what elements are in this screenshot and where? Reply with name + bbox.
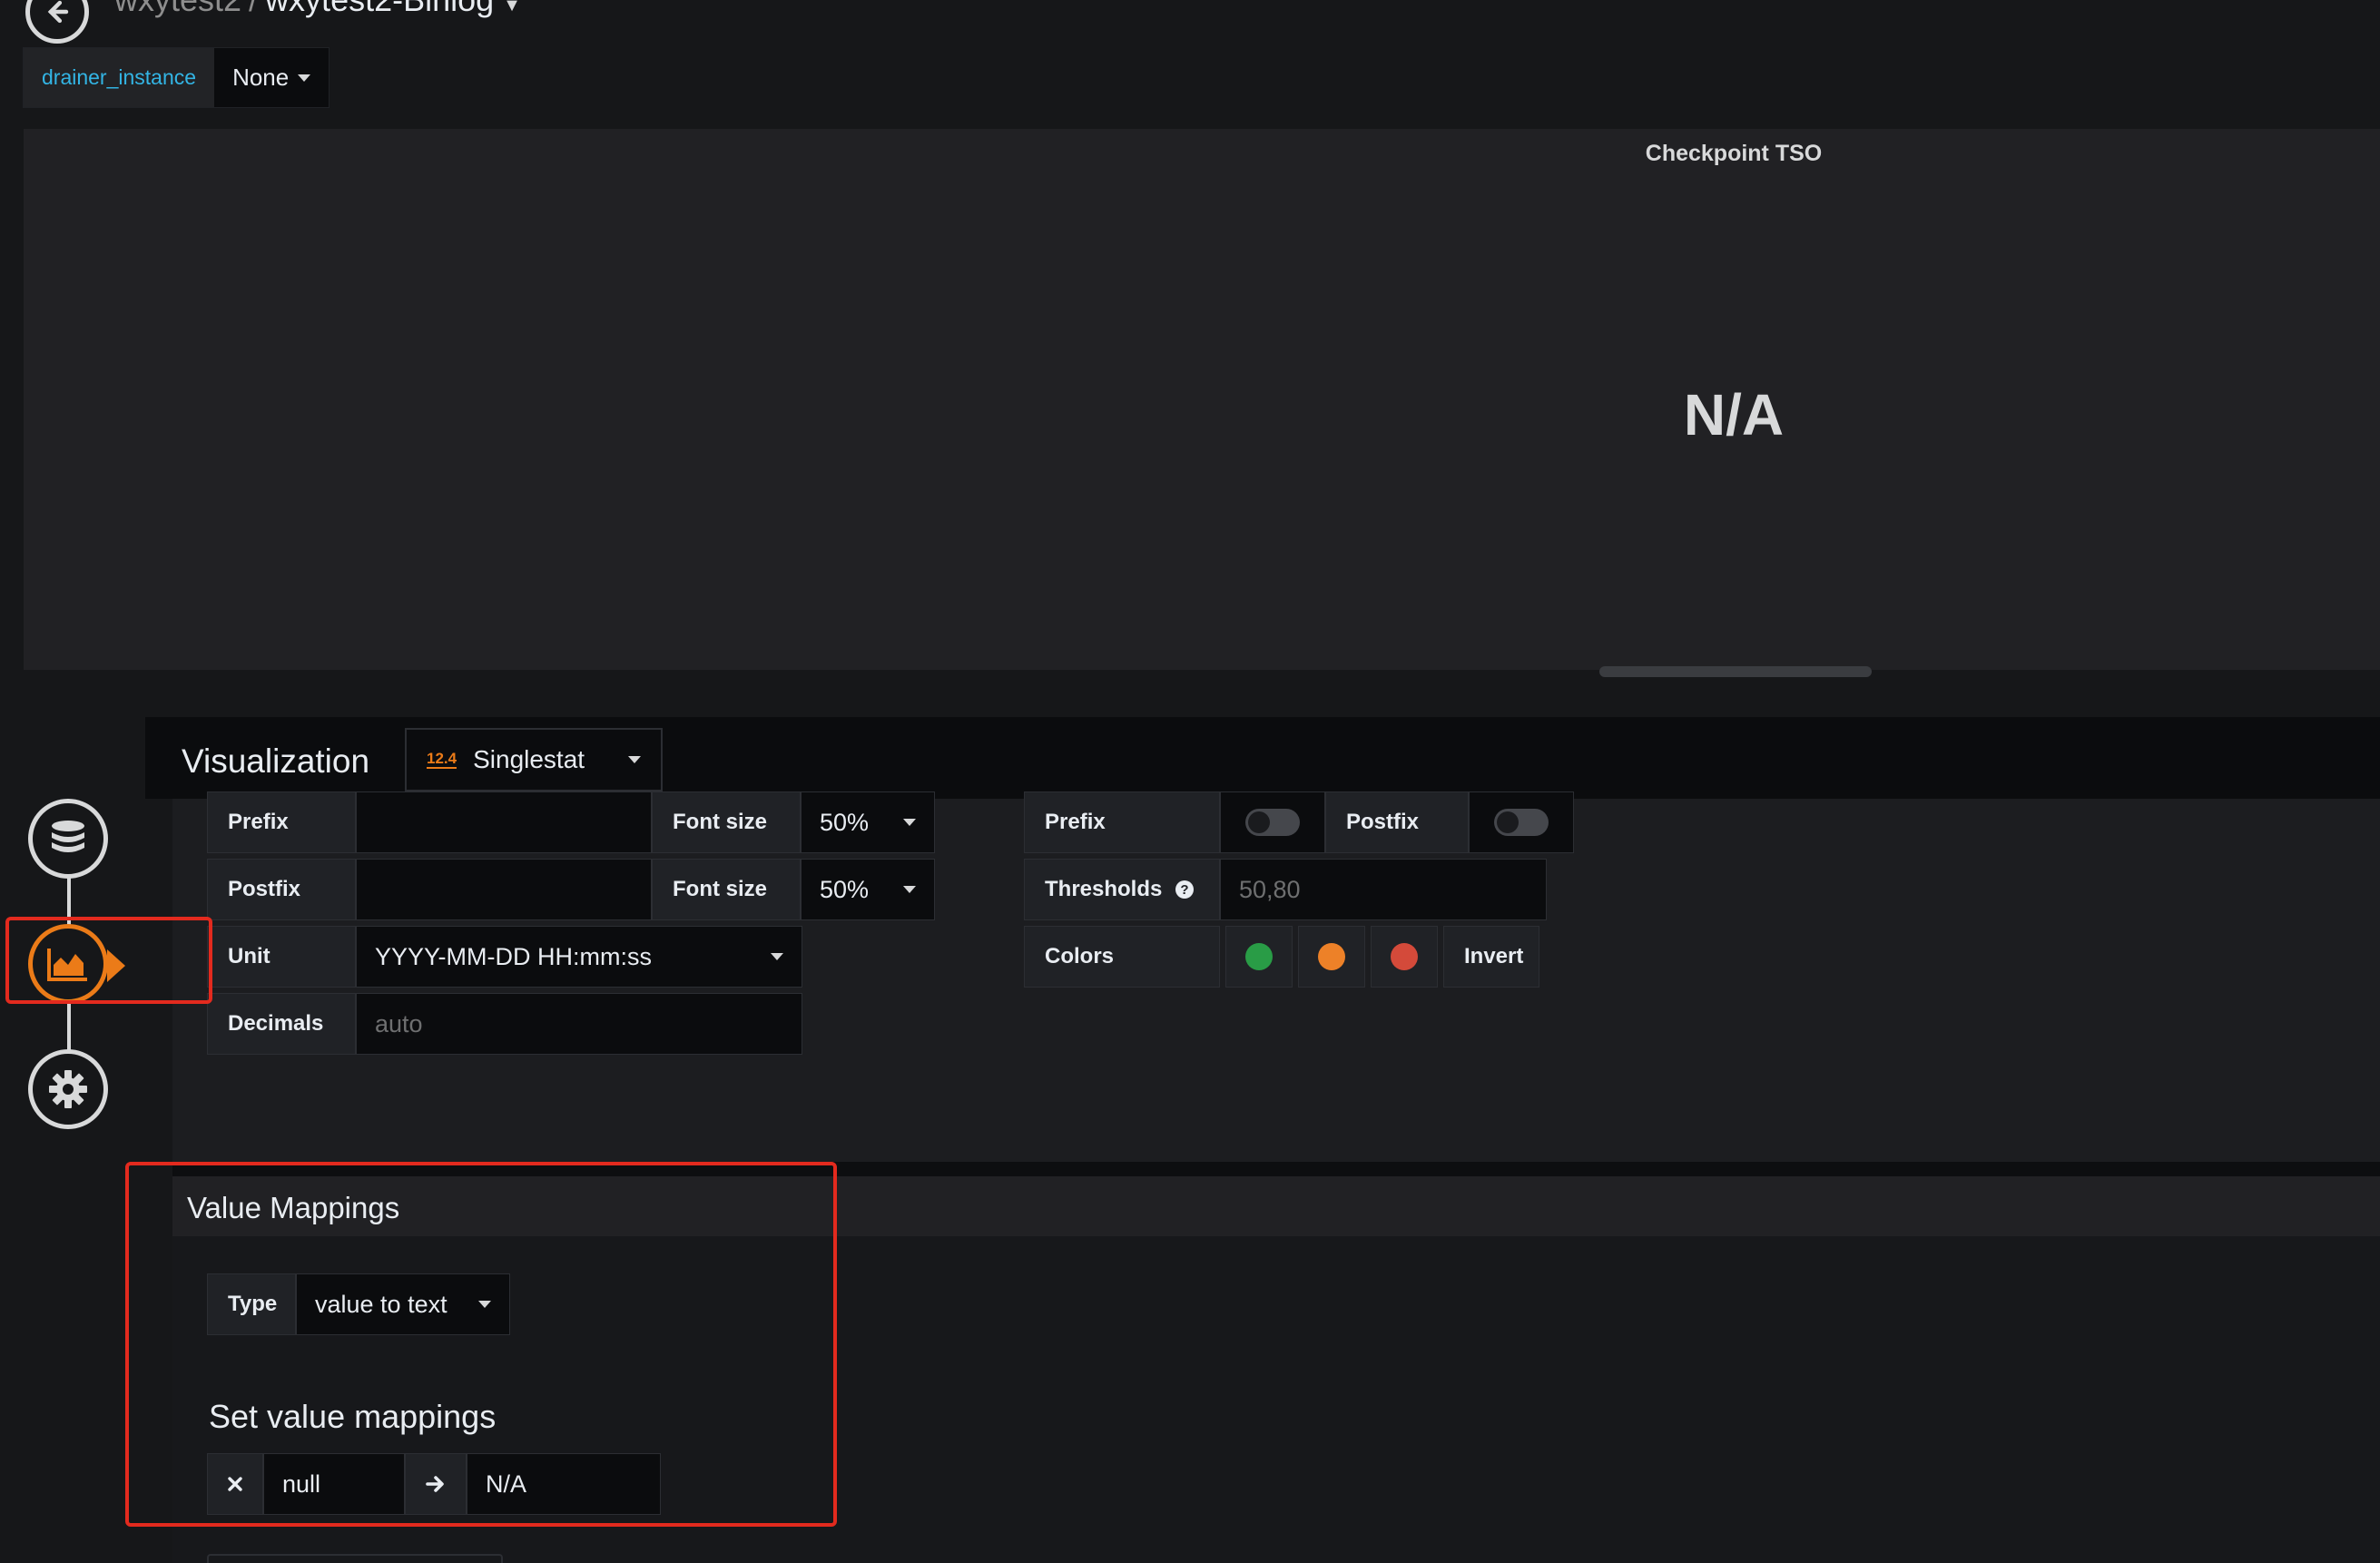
svg-text:?: ?: [1181, 882, 1189, 898]
visualization-title: Visualization: [182, 742, 370, 780]
dashboard-title[interactable]: wxytest2-Binlog: [265, 0, 494, 18]
singlestat-icon: 12.4: [427, 750, 457, 769]
unit-select[interactable]: YYYY-MM-DD HH:mm:ss: [356, 926, 802, 988]
caret-down-icon: [903, 886, 916, 893]
breadcrumb-separator: /: [249, 0, 258, 18]
highlight-box-value-mappings: [125, 1162, 837, 1527]
coloring-postfix-label: Postfix: [1325, 791, 1469, 853]
postfix-font-size-label: Font size: [652, 859, 801, 920]
unit-label: Unit: [207, 926, 356, 988]
decimals-input[interactable]: auto: [356, 993, 802, 1055]
caret-down-icon: [771, 953, 783, 960]
caret-down-icon: [628, 756, 641, 763]
thresholds-label-cell: Thresholds ?: [1024, 859, 1220, 920]
thresholds-input[interactable]: 50,80: [1220, 859, 1547, 920]
colors-label: Colors: [1024, 926, 1220, 988]
postfix-font-size-value: 50%: [820, 875, 870, 903]
color-swatch-critical[interactable]: [1391, 943, 1418, 970]
panel-resize-handle[interactable]: [1599, 666, 1872, 677]
add-mapping-button[interactable]: [207, 1554, 503, 1563]
highlight-box-visualization: [5, 917, 212, 1004]
panel-title[interactable]: Checkpoint TSO: [1616, 141, 1852, 167]
postfix-input[interactable]: [356, 859, 652, 920]
coloring-prefix-toggle-cell: [1220, 791, 1325, 853]
prefix-font-size-label: Font size: [652, 791, 801, 853]
panel-preview: [24, 129, 2380, 670]
colors-row: Colors Invert: [1024, 926, 1539, 988]
prefix-input[interactable]: [356, 791, 652, 853]
prefix-label: Prefix: [207, 791, 356, 853]
breadcrumb[interactable]: wxytest2 / wxytest2-Binlog ▼: [114, 0, 521, 24]
unit-value: YYYY-MM-DD HH:mm:ss: [375, 942, 653, 970]
coloring-toggle-row: Prefix Postfix: [1024, 791, 1574, 853]
color-2-cell: [1298, 926, 1365, 988]
postfix-label: Postfix: [207, 859, 356, 920]
database-icon: [52, 821, 84, 852]
prefix-font-size-value: 50%: [820, 808, 870, 836]
color-swatch-warning[interactable]: [1318, 943, 1345, 970]
breadcrumb-folder[interactable]: wxytest2: [114, 0, 241, 18]
prefix-font-size-select[interactable]: 50%: [801, 791, 935, 853]
caret-down-icon: [298, 74, 311, 82]
decimals-row: Decimals auto: [207, 993, 802, 1055]
coloring-prefix-toggle[interactable]: [1245, 809, 1300, 836]
variable-value: None: [232, 64, 290, 91]
arrow-left-icon: [47, 0, 69, 24]
coloring-prefix-label: Prefix: [1024, 791, 1220, 853]
question-circle-icon[interactable]: ?: [1175, 880, 1195, 899]
variable-value-dropdown[interactable]: None: [214, 48, 329, 107]
color-3-cell: [1371, 926, 1438, 988]
back-button[interactable]: [25, 0, 89, 44]
coloring-postfix-toggle[interactable]: [1494, 809, 1549, 836]
variable-label: drainer_instance: [24, 48, 215, 107]
postfix-font-size-select[interactable]: 50%: [801, 859, 935, 920]
thresholds-label: Thresholds: [1045, 877, 1163, 901]
prefix-row: Prefix Font size 50%: [207, 791, 935, 853]
color-swatch-ok[interactable]: [1245, 943, 1273, 970]
gear-icon: [49, 1070, 87, 1108]
color-1-cell: [1225, 926, 1293, 988]
visualization-picker[interactable]: 12.4 Singlestat: [405, 728, 663, 791]
postfix-row: Postfix Font size 50%: [207, 859, 935, 920]
caret-down-icon: ▼: [503, 0, 521, 15]
invert-button[interactable]: Invert: [1443, 926, 1539, 988]
coloring-postfix-toggle-cell: [1469, 791, 1574, 853]
thresholds-row: Thresholds ? 50,80: [1024, 859, 1547, 920]
visualization-type: Singlestat: [473, 745, 585, 773]
decimals-label: Decimals: [207, 993, 356, 1055]
variable-selector: drainer_instance None: [23, 47, 330, 108]
queries-tab[interactable]: [28, 799, 108, 879]
unit-row: Unit YYYY-MM-DD HH:mm:ss: [207, 926, 802, 988]
singlestat-value: N/A: [1683, 382, 1785, 447]
caret-down-icon: [903, 819, 916, 826]
general-settings-tab[interactable]: [28, 1049, 108, 1129]
